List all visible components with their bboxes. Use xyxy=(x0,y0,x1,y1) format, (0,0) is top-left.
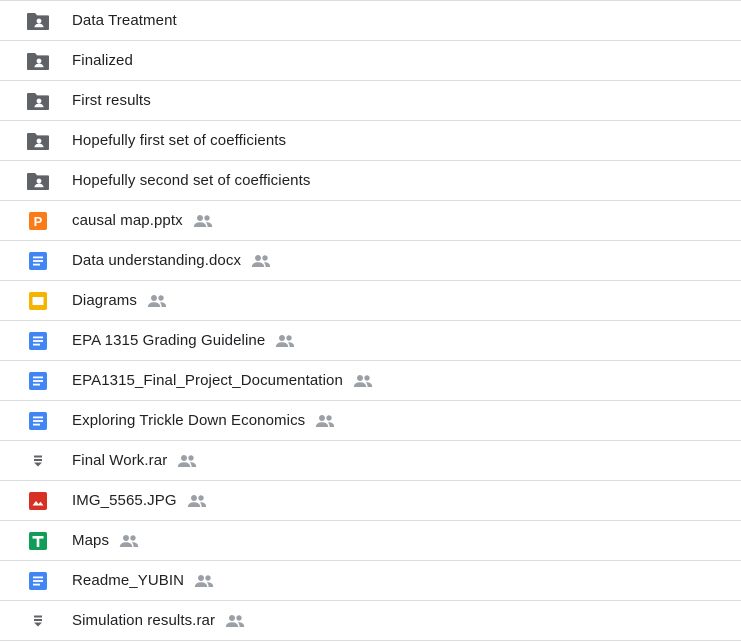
file-row[interactable]: Final Work.rar xyxy=(0,441,741,481)
shared-people-icon xyxy=(187,494,207,508)
file-row[interactable]: Data understanding.docx xyxy=(0,241,741,281)
file-name: causal map.pptx xyxy=(72,212,183,229)
file-name: EPA1315_Final_Project_Documentation xyxy=(72,372,343,389)
file-row[interactable]: First results xyxy=(0,81,741,121)
file-row[interactable]: Readme_YUBIN xyxy=(0,561,741,601)
file-row[interactable]: IMG_5565.JPG xyxy=(0,481,741,521)
shared-people-icon xyxy=(315,414,335,428)
google-docs-icon xyxy=(26,249,50,273)
file-list: Data Treatment Finalized First results H… xyxy=(0,0,741,641)
file-name: Readme_YUBIN xyxy=(72,572,185,589)
file-row[interactable]: Exploring Trickle Down Economics xyxy=(0,401,741,441)
file-name: Data Treatment xyxy=(72,12,177,29)
file-row[interactable]: EPA1315_Final_Project_Documentation xyxy=(0,361,741,401)
file-row[interactable]: Diagrams xyxy=(0,281,741,321)
file-name: First results xyxy=(72,92,151,109)
google-sheets-icon xyxy=(26,529,50,553)
file-name: Finalized xyxy=(72,52,133,69)
powerpoint-icon: P xyxy=(26,209,50,233)
shared-people-icon xyxy=(275,334,295,348)
file-name: EPA 1315 Grading Guideline xyxy=(72,332,266,349)
file-name: Exploring Trickle Down Economics xyxy=(72,412,306,429)
file-name: Simulation results.rar xyxy=(72,612,216,629)
shared-people-icon xyxy=(177,454,197,468)
file-name: Data understanding.docx xyxy=(72,252,242,269)
shared-people-icon xyxy=(147,294,167,308)
file-name: Diagrams xyxy=(72,292,137,309)
shared-folder-icon xyxy=(26,49,50,73)
shared-folder-icon xyxy=(26,129,50,153)
google-docs-icon xyxy=(26,409,50,433)
archive-icon xyxy=(26,449,50,473)
shared-people-icon xyxy=(353,374,373,388)
google-slides-icon xyxy=(26,289,50,313)
shared-people-icon xyxy=(225,614,245,628)
file-row[interactable]: Finalized xyxy=(0,41,741,81)
image-icon xyxy=(26,489,50,513)
file-row[interactable]: Hopefully second set of coefficients xyxy=(0,161,741,201)
shared-folder-icon xyxy=(26,89,50,113)
shared-people-icon xyxy=(194,574,214,588)
file-row[interactable]: Simulation results.rar xyxy=(0,601,741,641)
shared-people-icon xyxy=(119,534,139,548)
file-row[interactable]: Hopefully first set of coefficients xyxy=(0,121,741,161)
shared-people-icon xyxy=(193,214,213,228)
archive-icon xyxy=(26,609,50,633)
google-docs-icon xyxy=(26,569,50,593)
file-row[interactable]: Data Treatment xyxy=(0,1,741,41)
google-docs-icon xyxy=(26,329,50,353)
shared-folder-icon xyxy=(26,9,50,33)
google-docs-icon xyxy=(26,369,50,393)
file-name: Maps xyxy=(72,532,110,549)
file-name: Final Work.rar xyxy=(72,452,168,469)
svg-text:P: P xyxy=(34,214,43,229)
file-name: Hopefully second set of coefficients xyxy=(72,172,311,189)
file-row[interactable]: EPA 1315 Grading Guideline xyxy=(0,321,741,361)
shared-folder-icon xyxy=(26,169,50,193)
shared-people-icon xyxy=(251,254,271,268)
file-name: Hopefully first set of coefficients xyxy=(72,132,287,149)
file-row[interactable]: Maps xyxy=(0,521,741,561)
file-name: IMG_5565.JPG xyxy=(72,492,177,509)
file-row[interactable]: P causal map.pptx xyxy=(0,201,741,241)
